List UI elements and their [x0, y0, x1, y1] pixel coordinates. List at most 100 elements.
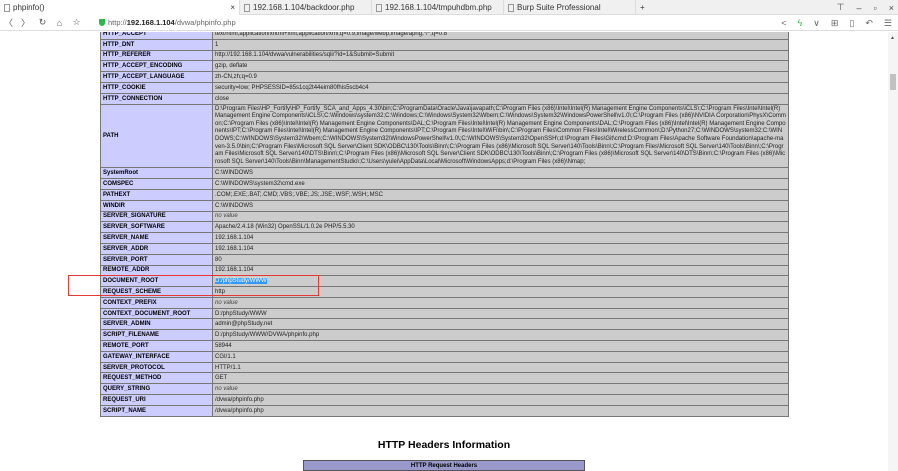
row-value: security=low; PHPSESSID=85s1cq2t44eim80f… — [212, 81, 789, 94]
row-value: 1 — [212, 38, 789, 51]
close-tab-icon[interactable]: × — [230, 3, 235, 12]
table-row: REQUEST_URI/dvwa/phpinfo.php — [100, 394, 789, 406]
value-text: Apache/2.4.18 (Win32) OpenSSL/1.0.2e PHP… — [215, 224, 355, 231]
value-text: CGI/1.1 — [215, 353, 236, 360]
chevron-down-icon[interactable]: ∨ — [813, 18, 820, 29]
row-key: WINDIR — [100, 199, 213, 212]
row-value: D:/phpStudy/WWW/DVWA/phpinfo.php — [212, 329, 789, 342]
value-text: no value — [215, 299, 238, 306]
table-row: SCRIPT_NAME/dvwa/phpinfo.php — [100, 404, 789, 417]
page-icon — [376, 3, 382, 12]
value-text: text/html,application/xhtml+xml,applicat… — [215, 32, 447, 37]
table-row: COMSPEC C:\WINDOWS\system32\cmd.exe — [100, 178, 789, 190]
share-icon[interactable]: < — [781, 18, 786, 28]
row-key: HTTP_COOKIE — [100, 81, 213, 94]
table-row: SERVER_NAME 192.168.1.104 — [100, 232, 789, 244]
new-tab-button[interactable]: + — [636, 0, 649, 15]
value-text: D:/phpStudy/WWW — [215, 310, 267, 317]
row-key: SERVER_PORT — [100, 253, 213, 266]
scrollbar-thumb[interactable] — [890, 74, 896, 90]
value-text: .COM;.EXE;.BAT;.CMD;.VBS;.VBE;.JS;.JSE;.… — [215, 191, 383, 198]
lightning-icon[interactable]: ϟ — [798, 18, 803, 28]
row-value: zh-CN,zh;q=0.9 — [212, 71, 789, 83]
value-text: 192.168.1.104 — [215, 245, 254, 252]
row-value: gzip, deflate — [212, 60, 789, 73]
row-key: HTTP_ACCEPT_LANGUAGE — [100, 71, 213, 83]
row-key: SERVER_PROTOCOL — [100, 361, 213, 374]
row-value: C:\WINDOWS — [212, 167, 789, 180]
value-text: http://192.168.1.104/dvwa/vulnerabilitie… — [215, 52, 395, 59]
table-row: HTTP_ACCEPT text/html,application/xhtml+x… — [100, 32, 789, 40]
forward-icon[interactable]: 〉 — [17, 16, 34, 29]
row-value: no value — [212, 383, 789, 396]
close-window-icon[interactable]: × — [889, 3, 894, 13]
value-text: C:\WINDOWS\system32\cmd.exe — [215, 181, 305, 188]
row-key: SCRIPT_NAME — [100, 404, 213, 417]
row-value: GET — [212, 372, 789, 385]
table-row: HTTP_ACCEPT_ENCODING gzip, deflate — [100, 60, 789, 73]
row-key: SCRIPT_FILENAME — [100, 329, 213, 342]
value-text: /dvwa/phpinfo.php — [215, 407, 264, 414]
value-text: admin@phpStudy.net — [215, 321, 273, 328]
tab-bar: phpinfo() × 192.168.1.104/backdoor.php 19… — [0, 0, 898, 15]
tab-burp[interactable]: Burp Suite Professional — [504, 0, 636, 15]
device-icon[interactable]: ▯ — [849, 18, 854, 29]
row-value: no value — [212, 296, 789, 309]
table-row: SERVER_PORT 80 — [100, 253, 789, 266]
undo-icon[interactable]: ↶ — [865, 18, 873, 29]
minimize-icon[interactable]: – — [857, 3, 862, 13]
address-bar[interactable]: http://192.168.1.104/dvwa/phpinfo.php — [99, 18, 236, 27]
bookmark-star-icon[interactable]: ☆ — [68, 17, 85, 28]
tab-backdoor[interactable]: 192.168.1.104/backdoor.php — [240, 0, 372, 15]
row-value: text/html,application/xhtml+xml,applicat… — [212, 32, 789, 40]
row-key: GATEWAY_INTERFACE — [100, 350, 213, 363]
row-key: HTTP_ACCEPT — [100, 32, 213, 40]
value-text: 80 — [215, 256, 222, 263]
value-text: zh-CN,zh;q=0.9 — [215, 74, 257, 81]
row-value: 58944 — [212, 340, 789, 352]
restore-icon[interactable]: ▫ — [874, 3, 877, 13]
nav-bar: 〈 〉 ↻ ⌂ ☆ http://192.168.1.104/dvwa/phpi… — [0, 15, 898, 31]
scroll-up-icon[interactable]: ▲ — [890, 35, 895, 41]
row-value: close — [212, 92, 789, 105]
value-text: no value — [215, 213, 238, 220]
table-row: PATH D:\Program Files\HP_Fortify\HP_Forti… — [100, 103, 789, 169]
row-value: HTTP/1.1 — [212, 361, 789, 374]
row-key: SERVER_SOFTWARE — [100, 221, 213, 234]
table-row: HTTP_ACCEPT_LANGUAGE zh-CN,zh;q=0.9 — [100, 71, 789, 83]
value-text: C:\WINDOWS — [215, 170, 253, 177]
table-row: HTTP_DNT 1 — [100, 38, 789, 51]
row-value: D:/phpStudy/WWW — [212, 307, 789, 320]
tab-tmpuhdbm[interactable]: 192.168.1.104/tmpuhdbm.php — [372, 0, 504, 15]
row-value: 192.168.1.104 — [212, 242, 789, 255]
row-key: SERVER_ADDR — [100, 242, 213, 255]
row-key: CONTEXT_DOCUMENT_ROOT — [100, 307, 213, 320]
row-value: CGI/1.1 — [212, 350, 789, 363]
table-row: REQUEST_METHOD GET — [100, 372, 789, 385]
table-row: REMOTE_PORT 58944 — [100, 340, 789, 352]
table-row: HTTP_COOKIE security=low; PHPSESSID=85s1c… — [100, 81, 789, 94]
table-row: SERVER_ADDR 192.168.1.104 — [100, 242, 789, 255]
reload-icon[interactable]: ↻ — [34, 17, 51, 28]
tab-phpinfo[interactable]: phpinfo() × — [0, 0, 240, 15]
row-value: /dvwa/phpinfo.php — [212, 394, 789, 406]
home-icon[interactable]: ⌂ — [51, 18, 68, 28]
menu-icon[interactable]: ☰ — [884, 18, 892, 29]
back-icon[interactable]: 〈 — [0, 16, 17, 29]
table-row: SERVER_SOFTWARE Apache/2.4.18 (Win32) Ope… — [100, 221, 789, 234]
table-row: SERVER_PROTOCOL HTTP/1.1 — [100, 361, 789, 374]
row-key: SERVER_SIGNATURE — [100, 210, 213, 223]
environment-table: HTTP_ACCEPT text/html,application/xhtml+x… — [100, 32, 789, 417]
row-value: C:\WINDOWS\system32\cmd.exe — [212, 178, 789, 190]
row-key: SERVER_ADMIN — [100, 318, 213, 331]
row-key: HTTP_REFERER — [100, 49, 213, 62]
scrollbar[interactable]: ▲ — [888, 32, 898, 471]
table-row: SCRIPT_FILENAME D:/phpStudy/WWW/DVWA/phpi… — [100, 329, 789, 342]
row-key: HTTP_DNT — [100, 38, 213, 51]
extensions-icon[interactable]: ⊞ — [831, 18, 839, 29]
row-value: admin@phpStudy.net — [212, 318, 789, 331]
skin-icon[interactable]: ⊤ — [837, 2, 845, 13]
secure-shield-icon — [99, 19, 105, 26]
red-highlight-box — [68, 275, 319, 296]
row-value: http://192.168.1.104/dvwa/vulnerabilitie… — [212, 49, 789, 62]
